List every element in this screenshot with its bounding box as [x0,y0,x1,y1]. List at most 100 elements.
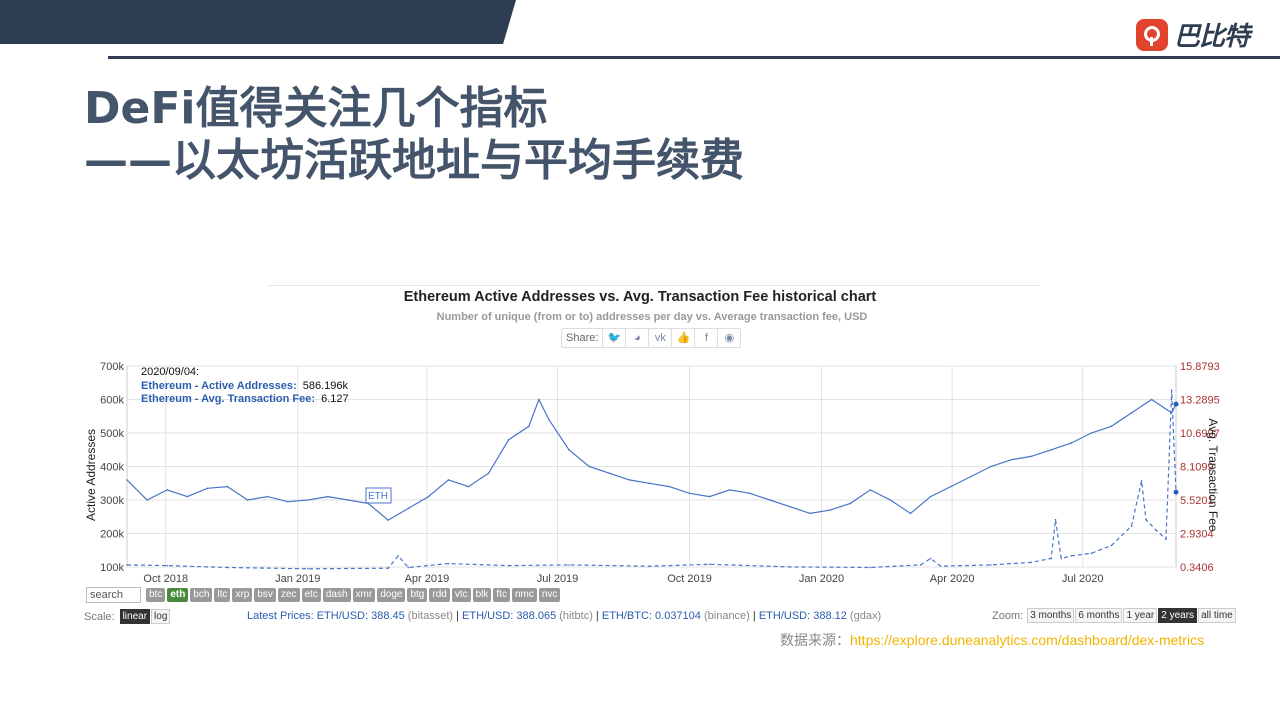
fee-point [1060,557,1062,560]
fee-point [1050,557,1052,560]
scale-control: Scale: linear log [84,609,171,624]
address-point [427,495,430,498]
address-point [1050,449,1052,451]
zoom-1-year-button[interactable]: 1 year [1123,608,1158,623]
coin-button-dash[interactable]: dash [322,588,351,602]
active-addresses-line [126,398,1177,521]
x-tick-label: Oct 2019 [667,573,712,585]
fee-point [126,564,128,566]
coin-button-btc[interactable]: btc [146,588,166,602]
coin-button-eth[interactable]: eth [167,588,189,602]
fee-point [939,565,942,567]
price-exchange: (bitasset) [404,610,454,622]
address-point [849,502,852,505]
prices-label: Latest Prices: [247,610,314,622]
price-pair[interactable]: ETH/USD: 388.065 [462,610,556,622]
price-separator: | [749,610,759,622]
svg-text:Ethereum - Avg. Transaction Fe: Ethereum - Avg. Transaction Fee: 6.127 [141,393,349,405]
address-point [949,485,952,488]
coin-button-doge[interactable]: doge [377,588,406,602]
coin-button-rdd[interactable]: rdd [429,588,450,602]
x-tick-label: Jan 2019 [275,573,320,585]
address-point [909,512,912,515]
source-link[interactable]: https://explore.duneanalytics.com/dashbo… [850,632,1204,648]
fee-point [507,564,510,567]
address-point [186,495,189,498]
coin-button-xrp[interactable]: xrp [232,588,253,602]
svg-text:Ethereum - Active Addresses:: Ethereum - Active Addresses: 586.196k [141,380,349,392]
address-point [970,475,972,478]
address-point [568,449,570,451]
fee-point [397,555,400,557]
fee-point [1110,544,1113,547]
zoom-label: Zoom: [992,609,1024,622]
fee-point [1140,480,1143,482]
search-input[interactable]: search [86,587,141,603]
address-point [889,499,892,501]
coin-button-nmc[interactable]: nmc [511,588,537,602]
fee-point [387,567,390,569]
scale-linear-button[interactable]: linear [119,609,151,624]
coin-button-nvc[interactable]: nvc [538,588,561,602]
address-point [1110,425,1113,428]
address-point [829,509,831,511]
coin-button-etc[interactable]: etc [301,588,321,602]
coin-button-zec[interactable]: zec [277,588,300,602]
address-point [327,495,329,498]
tooltip-date: 2020/09/04: [141,366,199,378]
address-point [749,492,751,495]
hover-marker-addresses [1173,401,1179,407]
zoom-6-months-button[interactable]: 6 months [1075,608,1123,623]
price-exchange: (hitbtc) [556,610,593,622]
y-tick-label: 300k [100,495,124,507]
coin-button-vtc[interactable]: vtc [451,588,471,602]
coin-button-bsv[interactable]: bsv [254,588,276,602]
x-tick-label: Apr 2020 [930,573,975,585]
address-point [769,499,771,501]
address-point [1130,412,1133,414]
address-point [286,500,289,503]
zoom-2-years-button[interactable]: 2 years [1158,608,1198,623]
fee-point [708,563,711,566]
coin-button-btg[interactable]: btg [407,588,428,602]
fee-point [1054,518,1057,521]
y-tick-label: 500k [100,428,124,440]
coin-button-ltc[interactable]: ltc [214,588,231,602]
price-exchange: (binance) [700,610,750,622]
fee-point [568,564,570,566]
y-tick-label: 600k [100,395,124,407]
coin-button-ftc[interactable]: ftc [493,588,510,602]
coin-button-bch[interactable]: bch [190,588,213,602]
fee-point [648,565,651,567]
x-tick-label: Apr 2019 [405,573,450,585]
price-pair[interactable]: ETH/BTC: 0.037104 [602,610,701,622]
address-point [538,398,540,401]
fee-point [869,566,872,569]
coin-button-blk[interactable]: blk [472,588,492,602]
tooltip-line2-value: 6.127 [321,393,349,405]
hover-marker-fee [1173,489,1179,495]
fee-point [1155,529,1157,531]
address-point [789,505,791,508]
coin-button-xmr[interactable]: xmr [352,588,376,602]
tooltip-line1-label: Ethereum - Active Addresses: [141,380,297,392]
price-pair[interactable]: ETH/USD: 388.45 [317,610,405,622]
fee-point [990,564,992,566]
fee-point [1165,538,1167,540]
address-point [628,479,631,481]
address-point [146,499,148,501]
x-tick-label: Jan 2020 [799,573,844,585]
fee-point [919,564,922,566]
price-pair[interactable]: ETH/USD: 388.12 [759,610,847,622]
address-point [1030,455,1032,458]
fee-point [1090,552,1093,555]
zoom-all-time-button[interactable]: all time [1198,608,1236,623]
source-label: 数据来源： [780,632,850,648]
coin-list: btc eth bch ltc xrp bsv zec etc dash xmr doge btg rd… [146,588,561,602]
zoom-3-months-button[interactable]: 3 months [1027,608,1075,623]
scale-log-button[interactable]: log [151,609,171,624]
address-point [668,485,671,488]
eth-annotation[interactable]: ETH [365,487,392,504]
address-point [1150,398,1153,401]
y2-axis-label: Avg. Transaction Fee [1206,418,1220,532]
